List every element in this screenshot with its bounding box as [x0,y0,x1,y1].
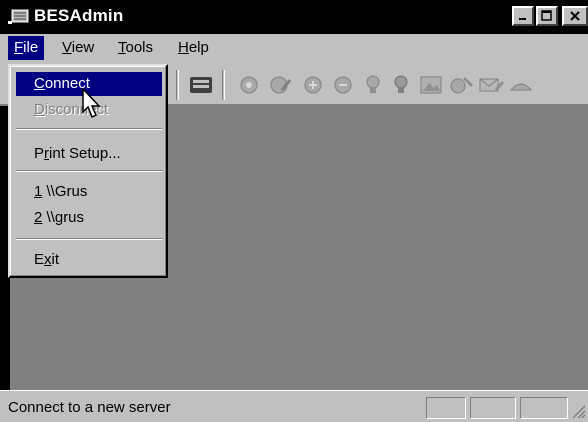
toolbar-separator [222,70,225,100]
close-button[interactable] [562,6,588,26]
menu-tools[interactable]: Tools [112,36,159,60]
lightbulb-off-icon[interactable] [388,74,414,96]
picture-icon[interactable] [418,74,444,96]
menu-bar: File View Tools Help [0,34,588,62]
user-remove-icon[interactable] [330,74,356,96]
user-gear-icon[interactable] [236,74,262,96]
maximize-button[interactable] [536,6,558,26]
menu-item-print-setup[interactable]: Print Setup... [16,142,162,166]
menu-item-recent-2[interactable]: 2 \\grus [16,206,162,230]
app-icon[interactable] [8,9,30,25]
menu-item-recent-1[interactable]: 1 \\Grus [16,180,162,204]
menu-separator [16,128,162,130]
user-edit-icon[interactable] [268,74,294,96]
user-add-icon[interactable] [300,74,326,96]
close-icon [570,11,580,21]
user-tool-icon[interactable] [448,74,474,96]
status-pane [470,397,516,419]
menu-separator [16,170,162,172]
minimize-button[interactable] [512,6,534,26]
status-pane [426,397,466,419]
maximize-icon [541,10,552,21]
menu-item-exit[interactable]: Exit [16,248,162,272]
menu-file[interactable]: File [8,36,45,60]
title-bar[interactable]: BESAdmin [0,0,588,34]
status-pane [520,397,568,419]
mail-edit-icon[interactable] [478,74,505,96]
lightbulb-icon[interactable] [360,74,386,96]
status-bar: Connect to a new server [0,390,588,422]
keyboard-icon[interactable] [188,74,214,96]
window-title: BESAdmin [34,6,124,25]
mouse-pointer-icon [82,87,102,120]
menu-separator [16,238,162,240]
menu-view[interactable]: View [56,36,100,60]
toolbar-separator [176,70,179,100]
menu-help[interactable]: Help [172,36,215,60]
resize-grip-icon[interactable] [570,403,586,419]
status-text: Connect to a new server [8,399,171,416]
phone-icon[interactable] [508,74,534,96]
minimize-icon [519,18,526,20]
